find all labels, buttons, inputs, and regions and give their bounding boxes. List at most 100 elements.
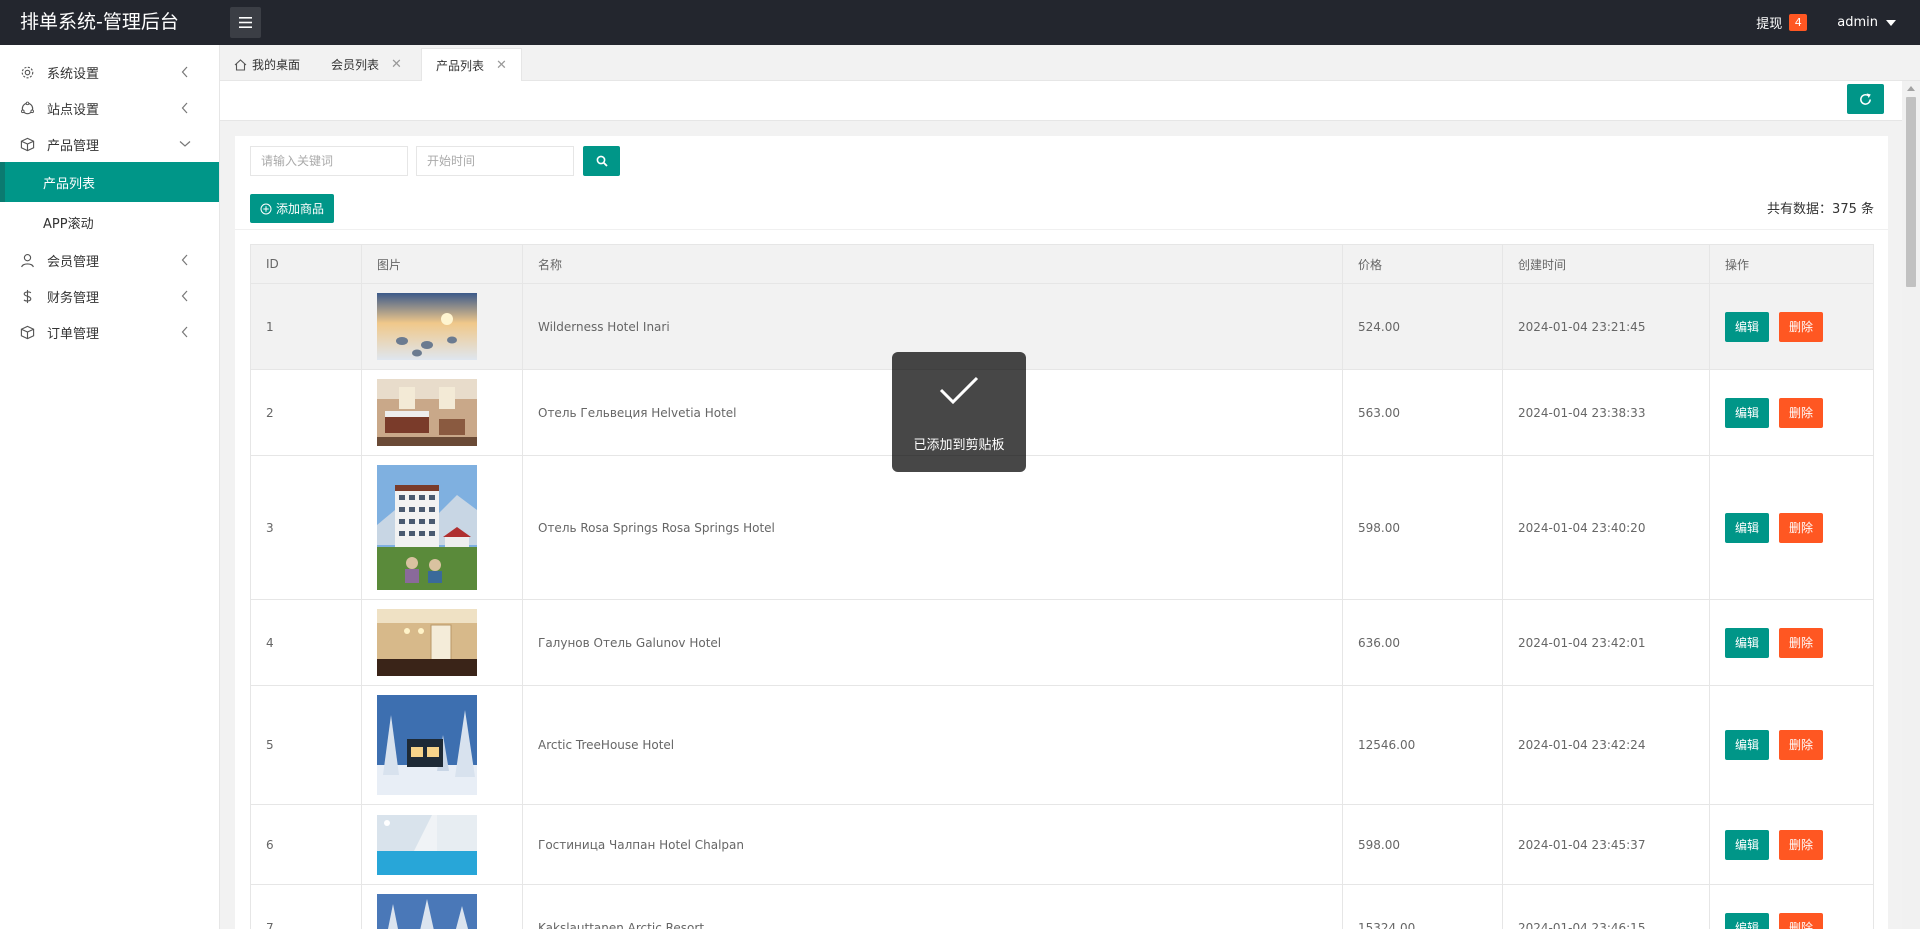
add-product-button[interactable]: 添加商品 (250, 194, 335, 223)
total-count: 共有数据：375 条 (1767, 202, 1874, 217)
top-header: 排单系统-管理后台 提现 4 admin (0, 0, 1920, 45)
sidebar-item-product-management[interactable]: 产品管理 (0, 126, 219, 162)
cell-price: 563.00 (1342, 369, 1503, 456)
edit-button[interactable]: 编辑 (1725, 311, 1770, 342)
sidebar-item-app-scroll[interactable]: APP滚动 (0, 202, 219, 242)
site-icon (20, 101, 35, 116)
toast-message: 已添加到剪贴板 (913, 438, 1005, 453)
cell-id: 2 (250, 369, 362, 456)
sidebar-item-product-list[interactable]: 产品列表 (0, 162, 219, 202)
cell-name: Гостиница Чалпан Hotel Chalpan (522, 804, 1343, 885)
search-button[interactable] (583, 146, 620, 176)
sidebar-item-label: 会员管理 (47, 254, 100, 270)
delete-button[interactable]: 删除 (1779, 512, 1824, 543)
edit-button[interactable]: 编辑 (1725, 512, 1770, 543)
tab-label: 会员列表 (331, 58, 380, 72)
sidebar-item-system-settings[interactable]: 系统设置 (0, 54, 219, 90)
edit-button[interactable]: 编辑 (1725, 397, 1770, 428)
refresh-icon (1860, 92, 1871, 105)
edit-button[interactable]: 编辑 (1725, 829, 1770, 860)
delete-button[interactable]: 删除 (1779, 912, 1824, 929)
column-header-price: 价格 (1342, 244, 1503, 284)
column-header-created: 创建时间 (1502, 244, 1710, 284)
order-icon (20, 325, 35, 340)
home-icon (234, 58, 247, 71)
product-image[interactable] (377, 695, 477, 795)
cell-id: 7 (250, 884, 362, 929)
table-row: 2 Отель Гельвеция Helvetia Hotel 563.00 … (250, 369, 1874, 456)
close-icon[interactable]: ✕ (391, 57, 402, 72)
cell-name: Arctic TreeHouse Hotel (522, 685, 1343, 805)
edit-button[interactable]: 编辑 (1725, 627, 1770, 658)
checkmark-icon (939, 376, 979, 405)
refresh-button[interactable] (1847, 84, 1884, 114)
cell-id: 6 (250, 804, 362, 885)
sidebar-item-member-management[interactable]: 会员管理 (0, 242, 219, 278)
cell-id: 5 (250, 685, 362, 805)
delete-button[interactable]: 删除 (1779, 311, 1824, 342)
product-image[interactable] (377, 465, 477, 590)
sidebar: 系统设置 站点设置 产品管理 产品列表 APP滚动 会员管理 财务管理 订单管理 (0, 45, 220, 929)
column-header-id: ID (250, 244, 362, 284)
withdraw-link[interactable]: 提现 4 (1756, 13, 1808, 32)
cell-created: 2024-01-04 23:38:33 (1502, 369, 1710, 456)
scroll-up-icon[interactable] (1907, 86, 1915, 91)
cell-created: 2024-01-04 23:45:37 (1502, 804, 1710, 885)
product-image[interactable] (377, 609, 477, 676)
cell-price: 12546.00 (1342, 685, 1503, 805)
table-row: 1 Wilderness Hotel Inari 524.00 2024-01-… (250, 283, 1874, 370)
start-date-input[interactable] (416, 146, 574, 176)
table-row: 3 Отель Rosa Springs Rosa Springs Hotel … (250, 455, 1874, 600)
page-toolbar (220, 81, 1902, 121)
cell-created: 2024-01-04 23:21:45 (1502, 283, 1710, 370)
divider (235, 229, 1888, 230)
plus-circle-icon (260, 203, 272, 214)
product-list-panel: 添加商品 共有数据：375 条 ID 图片 名称 价格 创建时间 操作 1 (235, 136, 1888, 929)
sidebar-item-label: 财务管理 (47, 290, 100, 306)
edit-button[interactable]: 编辑 (1725, 912, 1770, 929)
cell-name: Kakslauttanen Arctic Resort (522, 884, 1343, 929)
scrollbar-thumb[interactable] (1906, 97, 1916, 287)
sidebar-item-finance-management[interactable]: 财务管理 (0, 278, 219, 314)
cell-id: 3 (250, 455, 362, 600)
cell-price: 15324.00 (1342, 884, 1503, 929)
product-table: ID 图片 名称 价格 创建时间 操作 1 Wilderness Hotel I… (250, 244, 1874, 929)
user-icon (20, 253, 35, 268)
sidebar-item-site-settings[interactable]: 站点设置 (0, 90, 219, 126)
table-row: 4 Галунов Отель Galunov Hotel 636.00 202… (250, 599, 1874, 686)
cell-name: Галунов Отель Galunov Hotel (522, 599, 1343, 686)
menu-toggle-button[interactable] (230, 7, 261, 38)
sidebar-item-order-management[interactable]: 订单管理 (0, 314, 219, 350)
withdraw-label: 提现 (1756, 17, 1783, 32)
cell-id: 4 (250, 599, 362, 686)
product-image[interactable] (377, 894, 477, 929)
tab-member-list[interactable]: 会员列表 ✕ (317, 48, 416, 81)
table-row: 7 Kakslauttanen Arctic Resort 15324.00 2… (250, 884, 1874, 929)
cell-created: 2024-01-04 23:40:20 (1502, 455, 1710, 600)
caret-down-icon (1886, 19, 1896, 26)
keyword-input[interactable] (250, 146, 408, 176)
chevron-left-icon (181, 66, 188, 78)
cell-price: 524.00 (1342, 283, 1503, 370)
tab-product-list[interactable]: 产品列表 ✕ (421, 48, 522, 81)
tab-bar: 我的桌面 会员列表 ✕ 产品列表 ✕ (220, 45, 1920, 81)
delete-button[interactable]: 删除 (1779, 829, 1824, 860)
cell-price: 636.00 (1342, 599, 1503, 686)
cell-created: 2024-01-04 23:42:24 (1502, 685, 1710, 805)
delete-button[interactable]: 删除 (1779, 730, 1824, 760)
app-title: 排单系统-管理后台 (20, 11, 179, 33)
edit-button[interactable]: 编辑 (1725, 730, 1770, 760)
tab-my-desktop[interactable]: 我的桌面 (220, 48, 314, 81)
chevron-left-icon (181, 254, 188, 266)
sidebar-item-label: 站点设置 (47, 102, 100, 118)
close-icon[interactable]: ✕ (496, 58, 507, 73)
delete-button[interactable]: 删除 (1779, 627, 1824, 658)
cell-id: 1 (250, 283, 362, 370)
page-scrollbar[interactable] (1902, 81, 1920, 929)
product-image[interactable] (377, 379, 477, 446)
user-menu[interactable]: admin (1837, 15, 1896, 30)
table-header-row: ID 图片 名称 价格 创建时间 操作 (250, 244, 1874, 284)
delete-button[interactable]: 删除 (1779, 397, 1824, 428)
product-image[interactable] (377, 814, 477, 875)
product-image[interactable] (377, 293, 477, 360)
